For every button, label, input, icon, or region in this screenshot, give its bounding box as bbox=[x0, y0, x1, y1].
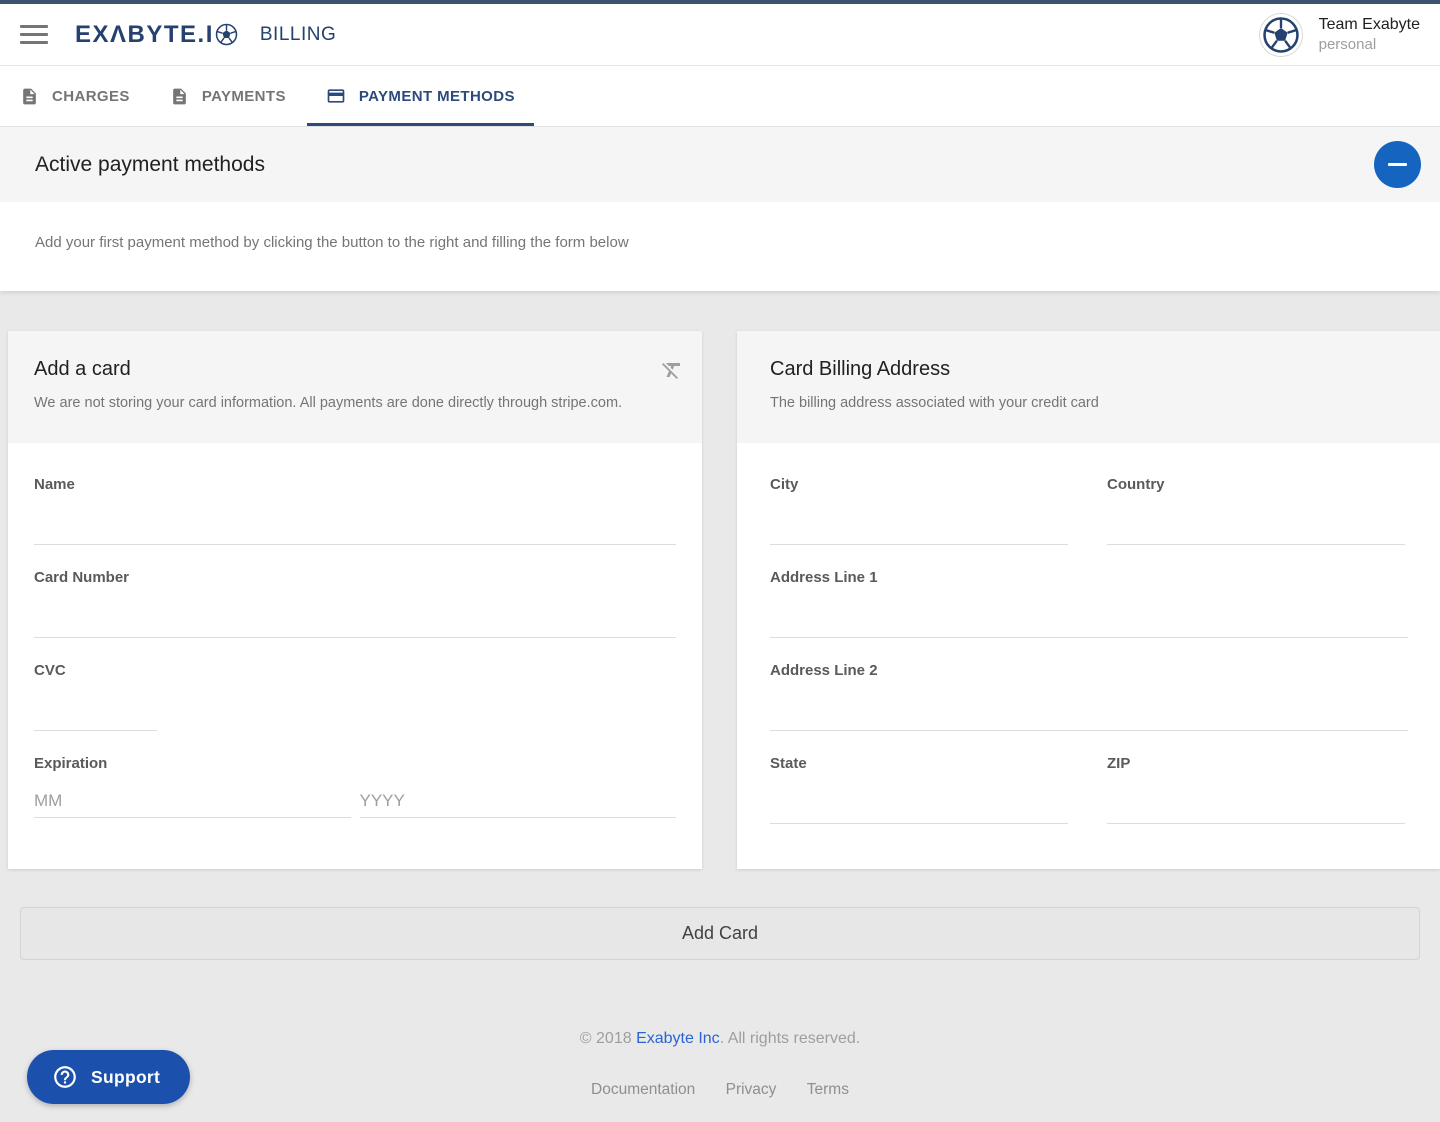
tab-label: CHARGES bbox=[52, 88, 130, 105]
minus-icon bbox=[1388, 163, 1407, 166]
add-card-panel: Add a card We are not storing your card … bbox=[8, 331, 702, 869]
billing-address-title: Card Billing Address bbox=[770, 358, 1420, 381]
documentation-link[interactable]: Documentation bbox=[591, 1081, 695, 1098]
payment-form-row: Add a card We are not storing your card … bbox=[0, 331, 1440, 869]
city-input[interactable] bbox=[770, 493, 1068, 545]
name-field-group: Name bbox=[34, 476, 676, 545]
tab-payment-methods[interactable]: PAYMENT METHODS bbox=[307, 66, 534, 126]
tab-charges[interactable]: CHARGES bbox=[1, 66, 149, 126]
address-line-2-input[interactable] bbox=[770, 679, 1408, 731]
team-name: Team Exabyte bbox=[1319, 14, 1420, 36]
expiration-label: Expiration bbox=[34, 755, 676, 772]
document-icon bbox=[170, 87, 189, 106]
app-header: EXΛBYTE.I BILLING Team Exabyte personal bbox=[0, 4, 1440, 66]
card-number-input[interactable] bbox=[34, 586, 676, 638]
zip-field-group: ZIP bbox=[1107, 755, 1405, 824]
address1-field-group: Address Line 1 bbox=[770, 569, 1408, 638]
terms-link[interactable]: Terms bbox=[807, 1081, 849, 1098]
page-footer: © 2018 Exabyte Inc. All rights reserved.… bbox=[0, 1030, 1440, 1099]
state-field-group: State bbox=[770, 755, 1068, 824]
add-card-subtitle: We are not storing your card information… bbox=[34, 395, 682, 411]
zip-label: ZIP bbox=[1107, 755, 1405, 772]
footer-links: Documentation Privacy Terms bbox=[0, 1081, 1440, 1099]
address-line-1-input[interactable] bbox=[770, 586, 1408, 638]
tab-label: PAYMENTS bbox=[202, 88, 286, 105]
privacy-link[interactable]: Privacy bbox=[726, 1081, 777, 1098]
billing-address-subtitle: The billing address associated with your… bbox=[770, 395, 1420, 411]
section-title: Active payment methods bbox=[35, 153, 265, 177]
add-card-form: Name Card Number CVC Expiration bbox=[8, 443, 702, 818]
billing-address-form: City Country Address Line 1 Address Line… bbox=[737, 443, 1440, 848]
state-label: State bbox=[770, 755, 1068, 772]
empty-state-description: Add your first payment method by clickin… bbox=[35, 234, 629, 251]
document-icon bbox=[20, 87, 39, 106]
expiration-field-group: Expiration bbox=[34, 755, 676, 818]
address2-field-group: Address Line 2 bbox=[770, 662, 1408, 731]
hamburger-menu-icon[interactable] bbox=[20, 20, 48, 49]
help-icon bbox=[52, 1064, 78, 1090]
expiration-year-input[interactable] bbox=[360, 790, 677, 818]
billing-address-header: Card Billing Address The billing address… bbox=[737, 331, 1440, 443]
copyright-prefix: © 2018 bbox=[580, 1030, 636, 1047]
active-payment-methods-body: Add your first payment method by clickin… bbox=[0, 202, 1440, 291]
company-link[interactable]: Exabyte Inc bbox=[636, 1030, 720, 1047]
zip-input[interactable] bbox=[1107, 772, 1405, 824]
country-input[interactable] bbox=[1107, 493, 1405, 545]
add-card-button[interactable]: Add Card bbox=[20, 907, 1420, 960]
copyright-suffix: . All rights reserved. bbox=[720, 1030, 861, 1047]
active-payment-methods-header: Active payment methods bbox=[0, 126, 1440, 202]
name-label: Name bbox=[34, 476, 676, 493]
card-number-field-group: Card Number bbox=[34, 569, 676, 638]
state-input[interactable] bbox=[770, 772, 1068, 824]
collapse-add-payment-button[interactable] bbox=[1374, 141, 1421, 188]
card-number-label: Card Number bbox=[34, 569, 676, 586]
billing-tabs: CHARGES PAYMENTS PAYMENT METHODS bbox=[0, 66, 1440, 126]
country-label: Country bbox=[1107, 476, 1405, 493]
country-field-group: Country bbox=[1107, 476, 1405, 545]
name-input[interactable] bbox=[34, 493, 676, 545]
copyright-line: © 2018 Exabyte Inc. All rights reserved. bbox=[0, 1030, 1440, 1048]
support-button[interactable]: Support bbox=[27, 1050, 190, 1104]
tab-payments[interactable]: PAYMENTS bbox=[151, 66, 305, 126]
logo-text: EXΛBYTE.I bbox=[75, 21, 214, 49]
add-card-header: Add a card We are not storing your card … bbox=[8, 331, 702, 443]
team-avatar bbox=[1259, 13, 1303, 57]
cvc-field-group: CVC bbox=[34, 662, 676, 731]
city-label: City bbox=[770, 476, 1068, 493]
account-menu[interactable]: Team Exabyte personal bbox=[1259, 13, 1420, 57]
format-clear-icon bbox=[660, 358, 684, 385]
credit-card-icon bbox=[326, 86, 346, 106]
add-card-title: Add a card bbox=[34, 358, 682, 381]
clear-form-button[interactable] bbox=[660, 358, 684, 385]
city-field-group: City bbox=[770, 476, 1068, 545]
support-label: Support bbox=[91, 1067, 160, 1088]
tab-label: PAYMENT METHODS bbox=[359, 88, 515, 105]
cvc-input[interactable] bbox=[34, 679, 157, 731]
expiration-month-input[interactable] bbox=[34, 790, 351, 818]
page-title: BILLING bbox=[260, 24, 336, 46]
exabyte-logo[interactable]: EXΛBYTE.I bbox=[75, 21, 238, 49]
soccer-ball-icon bbox=[215, 23, 238, 46]
address-line-2-label: Address Line 2 bbox=[770, 662, 1408, 679]
billing-address-panel: Card Billing Address The billing address… bbox=[737, 331, 1440, 869]
account-type: personal bbox=[1319, 35, 1420, 55]
cvc-label: CVC bbox=[34, 662, 676, 679]
address-line-1-label: Address Line 1 bbox=[770, 569, 1408, 586]
